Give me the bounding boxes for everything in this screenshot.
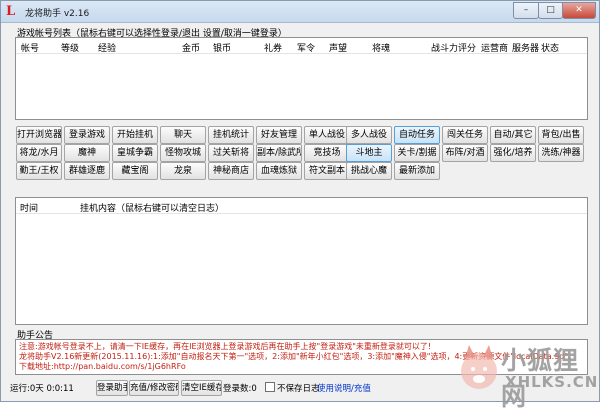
col-content[interactable]: 挂机内容（鼠标右键可以清空日志） bbox=[80, 201, 224, 214]
help-link[interactable]: 使用说明/充值 bbox=[317, 382, 371, 394]
title-bar: L 龙将助手 v2.16 – □ ✕ bbox=[1, 1, 599, 23]
col-coupon[interactable]: 礼券 bbox=[264, 41, 282, 54]
col-silver[interactable]: 银币 bbox=[213, 41, 231, 54]
notice-line: 下载地址:http://pan.baidu.com/s/1jG6hRFo bbox=[19, 362, 186, 371]
window-title: 龙将助手 v2.16 bbox=[25, 9, 90, 19]
login-count: 登录数:0 bbox=[223, 384, 257, 394]
notice-line: 龙将助手V2.16新更新(2015.11.16):1:添加"自动报名天下第一"选… bbox=[19, 352, 577, 361]
king-power-button[interactable]: 勤王/王权 bbox=[16, 162, 62, 180]
enhance-button[interactable]: 强化/培养 bbox=[490, 144, 536, 162]
rune-dungeon-button[interactable]: 符文副本 bbox=[304, 162, 350, 180]
log-table-header: 时间 挂机内容（鼠标右键可以清空日志） bbox=[16, 198, 587, 214]
landlord-button[interactable]: 斗地主 bbox=[346, 144, 392, 162]
treasure-button[interactable]: 藏宝阁 bbox=[112, 162, 158, 180]
col-account[interactable]: 帐号 bbox=[21, 41, 39, 54]
maximize-button[interactable]: □ bbox=[538, 2, 563, 19]
col-gold[interactable]: 金币 bbox=[182, 41, 200, 54]
col-exp[interactable]: 经验 bbox=[98, 41, 116, 54]
demon-button[interactable]: 魔神 bbox=[64, 144, 110, 162]
heart-demon-button[interactable]: 挑战心魔 bbox=[346, 162, 392, 180]
friends-button[interactable]: 好友管理 bbox=[256, 126, 302, 144]
stage-task-button[interactable]: 闯关任务 bbox=[442, 126, 488, 144]
col-order[interactable]: 军令 bbox=[297, 41, 315, 54]
account-table[interactable]: 帐号 等级 经验 金币 银币 礼券 军令 声望 将魂 战斗力评分 运营商 服务器… bbox=[15, 37, 588, 120]
login-game-button[interactable]: 登录游戏 bbox=[64, 126, 110, 144]
recharge-button[interactable]: 充值/修改密码 bbox=[129, 380, 179, 396]
minimize-button[interactable]: – bbox=[513, 2, 539, 19]
pass-general-button[interactable]: 过关斩将 bbox=[208, 144, 254, 162]
mystery-shop-button[interactable]: 神秘商店 bbox=[208, 162, 254, 180]
blood-purgatory-button[interactable]: 血魂炼狱 bbox=[256, 162, 302, 180]
col-status[interactable]: 状态 bbox=[541, 41, 559, 54]
stage-split-button[interactable]: 关卡/割据 bbox=[394, 144, 440, 162]
multi-battle-button[interactable]: 多人战役 bbox=[346, 126, 392, 144]
close-button[interactable]: ✕ bbox=[562, 2, 596, 19]
runtime-text: 运行:0天 0:0:11 bbox=[10, 384, 74, 394]
chat-button[interactable]: 聊天 bbox=[160, 126, 206, 144]
idle-stats-button[interactable]: 挂机统计 bbox=[208, 126, 254, 144]
account-table-header: 帐号 等级 经验 金币 银币 礼券 军令 声望 将魂 战斗力评分 运营商 服务器… bbox=[16, 38, 587, 54]
open-browser-button[interactable]: 打开浏览器 bbox=[16, 126, 62, 144]
formation-button[interactable]: 布阵/对酒 bbox=[442, 144, 488, 162]
notice-line: 注意:游戏帐号登录不上，请清一下IE缓存，再在IE浏览器上登录游戏后再在助手上按… bbox=[19, 342, 432, 351]
col-power[interactable]: 战斗力评分 bbox=[431, 41, 476, 54]
watermark-en: XHLKS.CN bbox=[505, 373, 599, 391]
app-logo-icon: L bbox=[6, 4, 16, 19]
login-assist-button[interactable]: 登录助手 bbox=[96, 380, 128, 396]
auto-other-button[interactable]: 自动/其它 bbox=[490, 126, 536, 144]
auto-task-button[interactable]: 自动任务 bbox=[394, 126, 440, 144]
solo-battle-button[interactable]: 单人战役 bbox=[304, 126, 350, 144]
no-save-log-label: 不保存日志 bbox=[277, 384, 320, 394]
bag-sell-button[interactable]: 背包/出售 bbox=[538, 126, 584, 144]
dungeon-button[interactable]: 副本/除武所 bbox=[256, 144, 302, 162]
latest-added-button[interactable]: 最新添加 bbox=[394, 162, 440, 180]
dragon-moon-button[interactable]: 将龙/水月 bbox=[16, 144, 62, 162]
col-server[interactable]: 服务器 bbox=[512, 41, 539, 54]
no-save-log-checkbox[interactable] bbox=[265, 382, 275, 392]
col-operator[interactable]: 运营商 bbox=[481, 41, 508, 54]
start-idle-button[interactable]: 开始挂机 bbox=[112, 126, 158, 144]
dragon-spring-button[interactable]: 龙泉 bbox=[160, 162, 206, 180]
clear-cache-button[interactable]: 清空IE缓存 bbox=[181, 380, 222, 396]
col-soul[interactable]: 将魂 bbox=[372, 41, 390, 54]
imperial-war-button[interactable]: 皇城争霸 bbox=[112, 144, 158, 162]
log-table[interactable]: 时间 挂机内容（鼠标右键可以清空日志） bbox=[15, 197, 588, 325]
notice-box: 注意:游戏帐号登录不上，请清一下IE缓存，再在IE浏览器上登录游戏后再在助手上按… bbox=[15, 339, 588, 375]
col-level[interactable]: 等级 bbox=[61, 41, 79, 54]
monster-siege-button[interactable]: 怪物攻城 bbox=[160, 144, 206, 162]
refine-button[interactable]: 洗练/神器 bbox=[538, 144, 584, 162]
col-prestige[interactable]: 声望 bbox=[329, 41, 347, 54]
main-window: L 龙将助手 v2.16 – □ ✕ 游戏帐号列表（鼠标右键可以选择性登录/退出… bbox=[0, 0, 600, 411]
arena-button[interactable]: 竞技场 bbox=[304, 144, 350, 162]
hero-chase-button[interactable]: 群雄逐鹿 bbox=[64, 162, 110, 180]
col-time[interactable]: 时间 bbox=[20, 201, 38, 214]
